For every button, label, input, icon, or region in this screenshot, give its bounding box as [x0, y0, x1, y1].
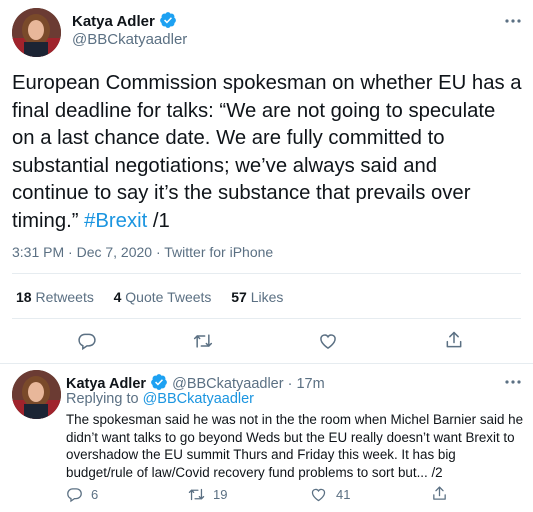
- reply-text: The spokesman said he was not in the the…: [66, 411, 528, 481]
- retweet-count: 19: [213, 487, 228, 502]
- tweet-text-line: timing.” #Brexit /1: [12, 208, 527, 236]
- verified-badge-icon: [159, 11, 177, 29]
- reply-retweet-action[interactable]: 19: [188, 486, 227, 503]
- reply-time[interactable]: 17m: [296, 376, 324, 392]
- likes-count: 57: [231, 289, 247, 305]
- likes-stat[interactable]: 57 Likes: [231, 289, 283, 305]
- reply-author-handle[interactable]: @BBCkatyaadler: [172, 376, 283, 392]
- tweet-text-line: continue to say it’s the substance that …: [12, 182, 471, 205]
- comment-icon[interactable]: [77, 331, 97, 351]
- retweet-icon[interactable]: [193, 331, 213, 351]
- reply-count: 6: [91, 487, 99, 502]
- tweet-text-fragment: timing.”: [12, 209, 85, 232]
- reply-like-action[interactable]: 41: [310, 486, 350, 503]
- reply-text-line: didn’t want talks to go beyond Weds but …: [66, 429, 515, 445]
- reply-comment-action[interactable]: 6: [66, 486, 98, 503]
- retweets-label: Retweets: [35, 289, 94, 305]
- tweet-timestamp[interactable]: 3:31 PM · Dec 7, 2020 · Twitter for iPho…: [12, 244, 273, 260]
- comment-icon[interactable]: [66, 486, 83, 503]
- author-avatar[interactable]: [12, 8, 61, 57]
- replying-to-handle-link[interactable]: @BBCkatyaadler: [143, 391, 254, 407]
- share-icon[interactable]: [444, 330, 464, 350]
- tweet-stats: 18 Retweets 4 Quote Tweets 57 Likes: [16, 289, 283, 305]
- verified-badge-icon: [150, 373, 168, 391]
- divider: [0, 363, 533, 364]
- author-name[interactable]: Katya Adler: [72, 13, 155, 30]
- tweet-text-line: European Commission spokesman on whether…: [12, 72, 522, 94]
- tweet-text-fragment: /1: [147, 209, 170, 232]
- hashtag-link[interactable]: #Brexit: [84, 210, 147, 232]
- tweet-text-line: substantial negotiations; we’ve always s…: [12, 154, 438, 177]
- author-handle[interactable]: @BBCkatyaadler: [72, 31, 187, 48]
- replying-to-label: Replying to: [66, 391, 143, 407]
- likes-label: Likes: [250, 289, 284, 305]
- divider: [12, 318, 521, 319]
- reply-text-line: overshadow the EU summit Thurs and Frida…: [66, 447, 456, 462]
- heart-icon[interactable]: [318, 331, 338, 351]
- tweet-text-line: on a last chance date. We are fully comm…: [12, 127, 445, 150]
- retweet-icon[interactable]: [188, 486, 205, 503]
- quote-label: Quote Tweets: [125, 289, 212, 305]
- reply-author-name[interactable]: Katya Adler: [66, 376, 146, 392]
- tweet-text: European Commission spokesman on whether…: [12, 70, 527, 236]
- reply-text-line: The spokesman said he was not in the the…: [66, 412, 524, 427]
- quote-tweets-stat[interactable]: 4 Quote Tweets: [114, 289, 212, 305]
- heart-icon[interactable]: [310, 486, 327, 503]
- share-icon[interactable]: [431, 485, 448, 502]
- replying-to: Replying to @BBCkatyaadler: [66, 391, 254, 407]
- reply-author-avatar[interactable]: [12, 370, 61, 419]
- like-count: 41: [336, 487, 351, 502]
- more-dots-icon[interactable]: [504, 12, 522, 30]
- divider: [12, 273, 521, 274]
- retweets-count: 18: [16, 289, 32, 305]
- retweets-stat[interactable]: 18 Retweets: [16, 289, 94, 305]
- separator-dot: ·: [287, 376, 293, 392]
- reply-text-line: budget/rule of law/Covid recovery fund p…: [66, 464, 443, 480]
- quote-count: 4: [113, 289, 122, 305]
- tweet-text-line: final deadline for talks: “We are not go…: [12, 99, 496, 122]
- more-dots-icon[interactable]: [504, 373, 522, 391]
